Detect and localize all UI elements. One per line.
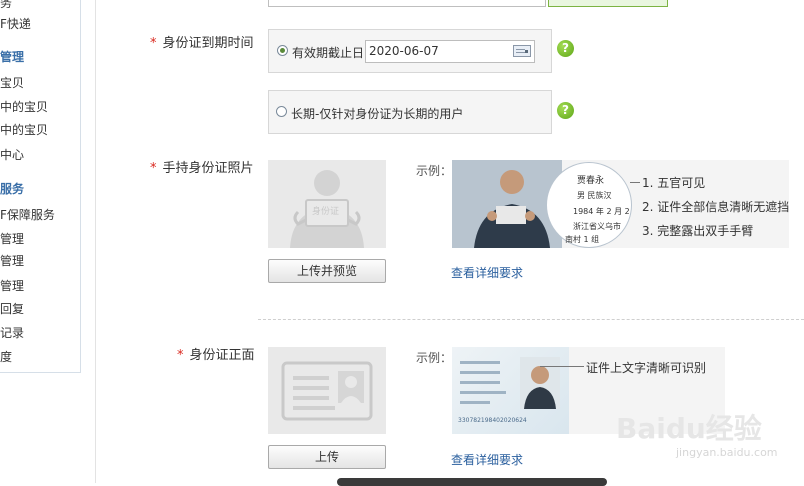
tip-text: 3. 完整露出双手手臂: [642, 224, 754, 238]
expiry-until-option-box: 有效期截止日 2020-06-07: [268, 29, 552, 73]
id-card-icon: [281, 361, 373, 421]
card-line: 南村 1 组: [565, 235, 600, 244]
question-icon[interactable]: ?: [557, 102, 574, 119]
expiry-label: * 身份证到期时间: [150, 36, 254, 51]
expiry-until-label: 有效期截止日: [292, 46, 365, 60]
view-details-link[interactable]: 查看详细要求: [451, 451, 523, 468]
sidebar-item[interactable]: 中心: [0, 146, 24, 163]
sidebar-item[interactable]: 记录: [0, 324, 24, 341]
sidebar-item[interactable]: 管理: [0, 230, 24, 247]
handheld-photo-label: * 手持身份证照片: [150, 161, 254, 176]
id-number-text: 330782198402020624: [458, 417, 527, 424]
top-status-box: [548, 0, 668, 7]
sidebar-section-heading: 服务: [0, 182, 25, 196]
top-input-field[interactable]: [268, 0, 546, 7]
example-note: 证件上文字清晰可识别: [586, 361, 707, 375]
sidebar-item[interactable]: F快递: [0, 15, 31, 32]
pointer-line: [540, 366, 584, 367]
zoom-circle: 贾春永 男 民族汉 1984 年 2 月 2 浙江省义乌市 南村 1 组: [546, 162, 632, 248]
watermark-url: jingyan.baidu.com: [676, 446, 778, 459]
placeholder-card-text: 身份证: [312, 207, 340, 217]
id-card-sample: 330782198402020624: [452, 347, 569, 434]
sidebar-item[interactable]: 管理: [0, 252, 24, 269]
expiry-date-input[interactable]: 2020-06-07: [365, 40, 535, 63]
upload-button[interactable]: 上传: [268, 445, 386, 469]
card-line: 1984 年 2 月 2: [573, 207, 630, 216]
handheld-photo-placeholder: 身份证: [268, 160, 386, 248]
left-sidebar: 务 F快递 管理 宝贝 中的宝贝 中的宝贝 中心 服务 F保障服务 管理 管理 管理 回复 记录度: [0, 0, 81, 373]
example-label: 示例：: [416, 164, 453, 178]
question-icon[interactable]: ?: [557, 40, 574, 57]
id-front-label: * 身份证正面: [177, 348, 255, 363]
card-line: 贾春永: [577, 176, 605, 186]
pointer-line: [630, 182, 640, 183]
sidebar-item[interactable]: 中的宝贝: [0, 98, 48, 115]
sidebar-item[interactable]: 回复: [0, 300, 24, 317]
sidebar-section-heading: 管理: [0, 50, 25, 64]
tip-text: 2. 证件全部信息清晰无遮挡: [642, 200, 790, 214]
calendar-icon[interactable]: [513, 45, 531, 57]
example-label: 示例：: [416, 351, 453, 365]
expiry-until-radio[interactable]: [277, 45, 288, 56]
tip-text: 1. 五官可见: [642, 176, 706, 190]
upload-preview-button[interactable]: 上传并预览: [268, 259, 386, 283]
baidu-watermark-logo: Baidu经验: [616, 412, 762, 445]
expiry-longterm-radio[interactable]: [276, 106, 287, 117]
sidebar-item[interactable]: 管理: [0, 277, 24, 294]
id-front-placeholder: [268, 347, 386, 434]
horizontal-scrollbar[interactable]: [337, 478, 607, 486]
sidebar-item[interactable]: 中的宝贝: [0, 121, 48, 138]
content-divider: [95, 0, 96, 483]
expiry-longterm-label: 长期-仅针对身份证为长期的用户: [291, 107, 464, 121]
sidebar-item[interactable]: 务: [0, 0, 12, 11]
sidebar-item[interactable]: 度: [0, 348, 12, 365]
handheld-example-image: 贾春永 男 民族汉 1984 年 2 月 2 浙江省义乌市 南村 1 组 1. …: [452, 160, 789, 248]
view-details-link[interactable]: 查看详细要求: [451, 264, 523, 281]
card-line: 男 民族汉: [577, 191, 612, 200]
section-divider: [258, 319, 804, 320]
id-portrait: [520, 357, 560, 409]
sidebar-item[interactable]: F保障服务: [0, 206, 55, 223]
card-line: 浙江省义乌市: [573, 222, 621, 231]
sidebar-item[interactable]: 宝贝: [0, 74, 24, 91]
expiry-longterm-option-box: 长期-仅针对身份证为长期的用户: [268, 90, 552, 134]
